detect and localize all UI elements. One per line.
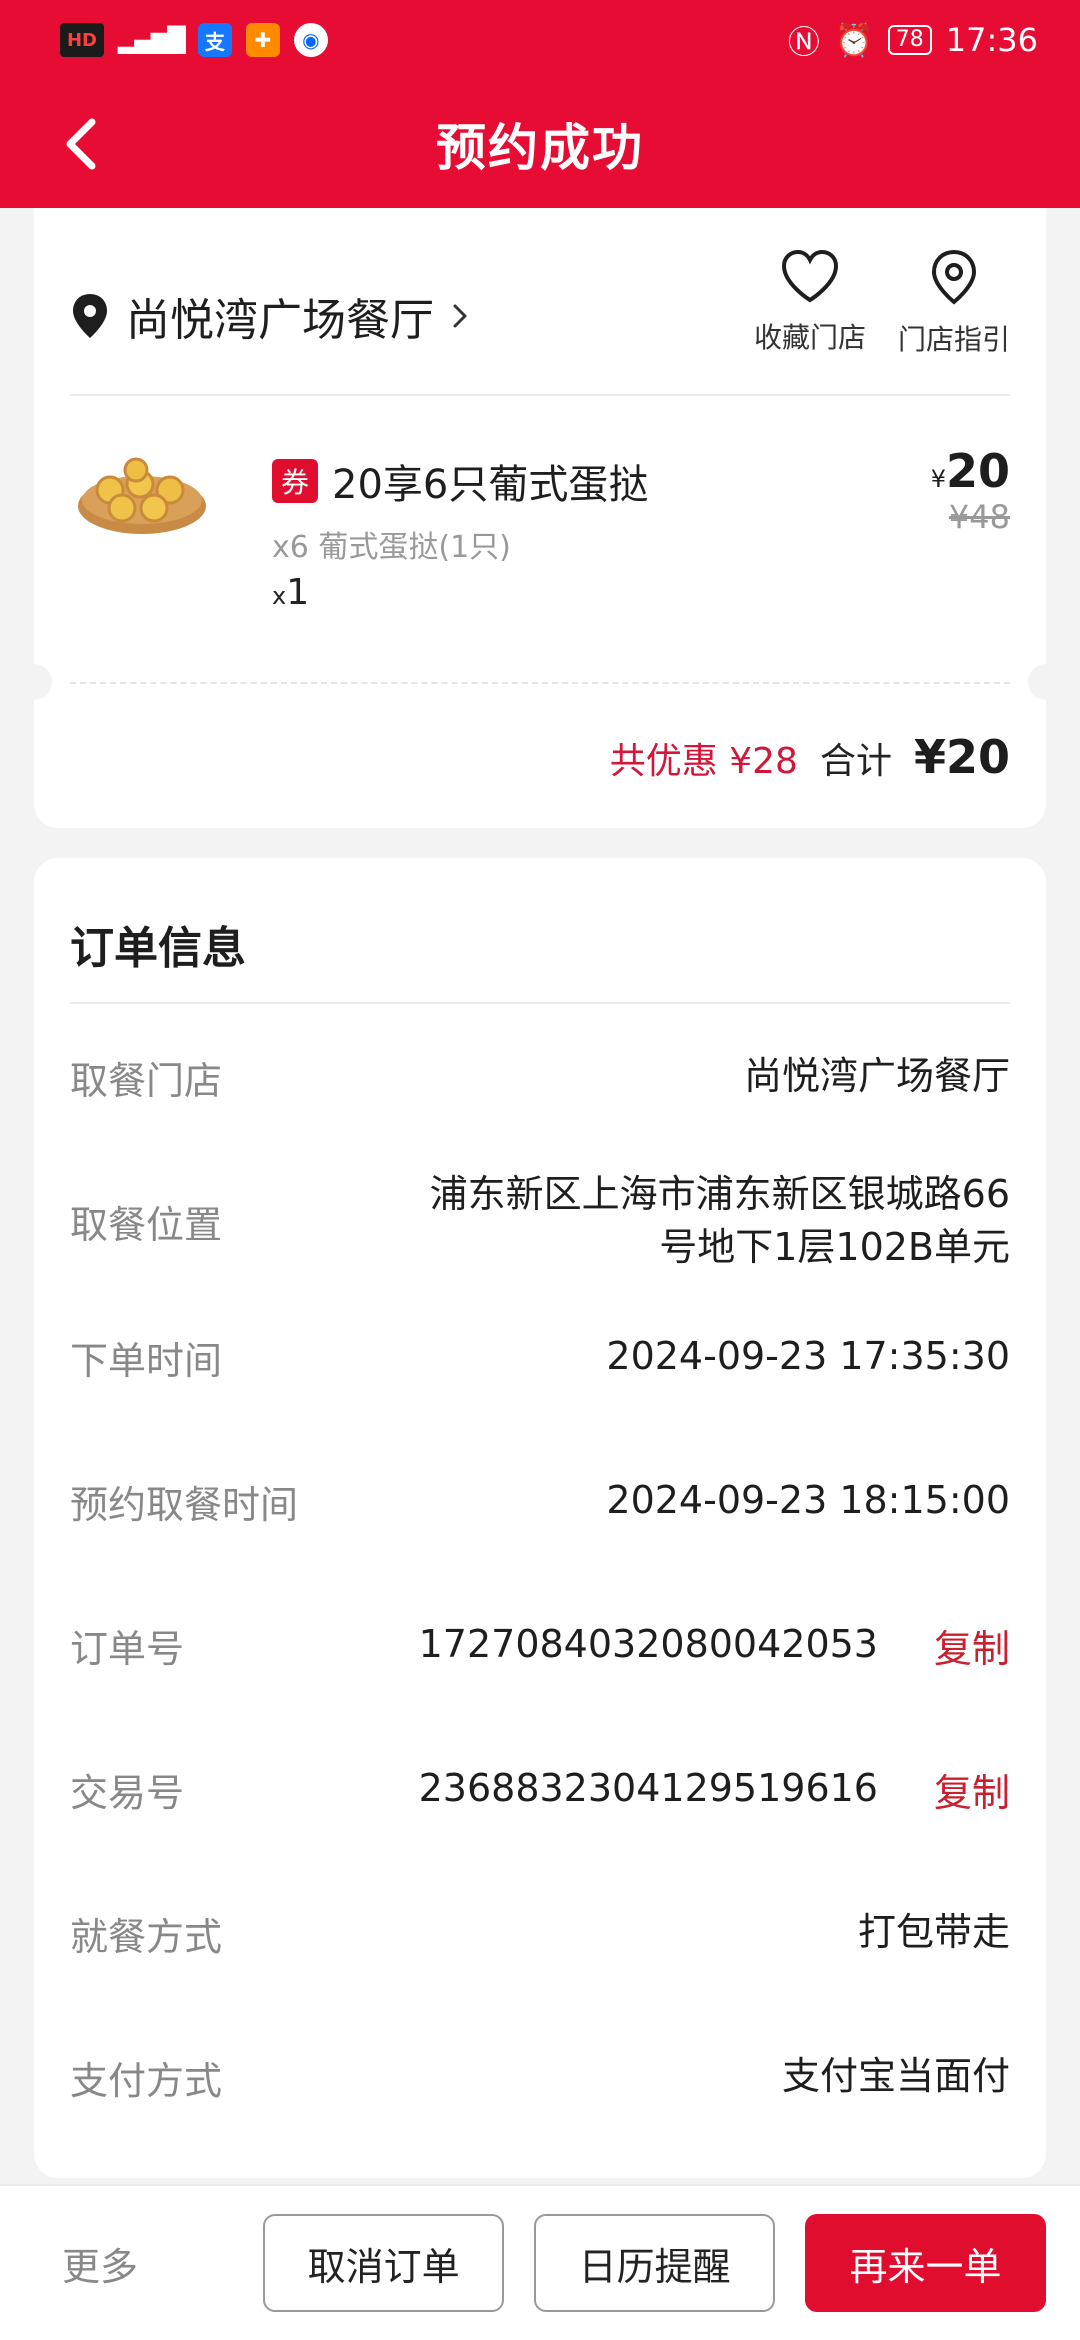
info-row-pickup-location: 取餐位置 浦东新区上海市浦东新区银城路66 号地下1层102B单元 — [70, 1166, 1010, 1276]
info-label: 取餐门店 — [70, 1058, 223, 1103]
info-row-pickup-time: 预约取餐时间 2024-09-23 18:15:00 — [70, 1466, 1010, 1536]
order-summary-card: 尚悦湾广场餐厅 收藏门店 门店指引 券 20享6只葡式蛋挞 x6 葡式蛋挞(1只… — [16, 208, 1064, 828]
info-value: 打包带走 — [857, 1910, 1010, 1955]
order-number-value: 1727084032080042053 — [418, 1622, 878, 1667]
info-value: 2024-09-23 17:35:30 — [606, 1334, 1010, 1379]
quantity-value: 1 — [286, 572, 310, 613]
copy-transaction-number-button[interactable]: 复制 — [934, 1762, 1010, 1817]
store-link[interactable]: 尚悦湾广场餐厅 — [70, 284, 470, 348]
app-circle-icon: ◉ — [293, 23, 328, 57]
order-info-card: 订单信息 取餐门店 尚悦湾广场餐厅 取餐位置 浦东新区上海市浦东新区银城路66 … — [34, 858, 1046, 2178]
alipay-icon: 支 — [197, 23, 232, 57]
item-description: x6 葡式蛋挞(1只) — [272, 530, 511, 565]
hd-icon: HD — [60, 23, 104, 57]
store-name: 尚悦湾广场餐厅 — [126, 295, 434, 346]
divider — [70, 1002, 1010, 1004]
location-pin-icon — [73, 294, 107, 338]
heart-icon — [781, 249, 838, 303]
store-guide-label: 门店指引 — [897, 323, 1010, 356]
ticket-notch-left — [16, 664, 52, 700]
signal-icon: ▂▄▆█ — [118, 26, 186, 54]
map-pin-outline-icon — [931, 249, 976, 305]
store-guide-button[interactable]: 门店指引 — [898, 248, 1010, 358]
copy-order-number-button[interactable]: 复制 — [934, 1618, 1010, 1673]
current-price: ¥20 — [931, 444, 1010, 498]
status-bar: HD ▂▄▆█ 支 ✚ ◉ Ⓝ ⏰ 78 17:36 — [0, 0, 1080, 80]
transaction-number-group: 2368832304129519616 复制 — [419, 1762, 1010, 1817]
location-line-1: 浦东新区上海市浦东新区银城路66 — [429, 1171, 1010, 1216]
status-left: HD ▂▄▆█ 支 ✚ ◉ — [60, 23, 328, 57]
divider — [70, 394, 1010, 396]
info-label: 下单时间 — [70, 1338, 223, 1383]
total-row: 共优惠 ¥28 合计 ¥20 — [610, 730, 1010, 784]
info-label: 取餐位置 — [70, 1202, 223, 1247]
nav-bar: 预约成功 — [0, 80, 1080, 208]
dashed-divider — [70, 682, 1010, 684]
clock: 17:36 — [945, 21, 1038, 59]
price-value: 20 — [945, 444, 1010, 498]
info-row-pickup-store: 取餐门店 尚悦湾广场餐厅 — [70, 1042, 1010, 1112]
more-button[interactable]: 更多 — [34, 2236, 263, 2291]
info-value: 尚悦湾广场餐厅 — [743, 1054, 1010, 1099]
nfc-icon: Ⓝ — [787, 23, 820, 61]
info-label: 支付方式 — [70, 2058, 223, 2103]
store-actions: 收藏门店 门店指引 — [754, 248, 1010, 358]
battery-icon: 78 — [887, 25, 932, 55]
favorite-store-label: 收藏门店 — [753, 321, 866, 354]
transaction-number-value: 2368832304129519616 — [418, 1766, 878, 1811]
chevron-left-icon — [66, 118, 96, 170]
info-row-order-time: 下单时间 2024-09-23 17:35:30 — [70, 1322, 1010, 1392]
quantity-prefix: x — [272, 582, 287, 610]
original-price: ¥48 — [948, 498, 1010, 536]
calendar-reminder-button[interactable]: 日历提醒 — [534, 2214, 776, 2312]
item-title: 20享6只葡式蛋挞 — [332, 462, 649, 508]
info-value: 浦东新区上海市浦东新区银城路66 号地下1层102B单元 — [430, 1168, 1010, 1274]
info-label: 预约取餐时间 — [70, 1482, 299, 1527]
info-row-order-number: 订单号 1727084032080042053 复制 — [70, 1610, 1010, 1680]
info-value: 支付宝当面付 — [781, 2054, 1010, 2099]
total-label: 合计 — [819, 741, 892, 782]
order-number-group: 1727084032080042053 复制 — [419, 1618, 1010, 1673]
eleme-icon: ✚ — [245, 23, 280, 57]
total-value: ¥20 — [913, 730, 1010, 784]
item-title-row: 券 20享6只葡式蛋挞 — [272, 452, 648, 510]
bottom-action-bar: 更多 取消订单 日历提醒 再来一单 — [0, 2184, 1080, 2340]
discount-total: 共优惠 ¥28 — [609, 741, 798, 782]
ticket-notch-right — [1028, 664, 1064, 700]
info-row-dining-method: 就餐方式 打包带走 — [70, 1898, 1010, 1968]
store-row: 尚悦湾广场餐厅 收藏门店 门店指引 — [70, 248, 1010, 378]
page-title: 预约成功 — [436, 119, 644, 177]
price-symbol: ¥ — [930, 465, 946, 493]
reorder-button[interactable]: 再来一单 — [805, 2214, 1047, 2312]
favorite-store-button[interactable]: 收藏门店 — [754, 248, 866, 358]
info-row-transaction-number: 交易号 2368832304129519616 复制 — [70, 1754, 1010, 1824]
location-line-2: 号地下1层102B单元 — [659, 1225, 1010, 1269]
item-quantity: x1 — [272, 572, 309, 613]
info-row-payment-method: 支付方式 支付宝当面付 — [70, 2042, 1010, 2112]
back-button[interactable] — [48, 110, 116, 178]
info-label: 订单号 — [70, 1626, 185, 1671]
alarm-icon: ⏰ — [833, 21, 874, 59]
item-price: ¥20 ¥48 — [931, 444, 1010, 536]
info-value: 2024-09-23 18:15:00 — [606, 1478, 1010, 1523]
info-label: 就餐方式 — [70, 1914, 223, 1959]
chevron-right-icon — [453, 304, 467, 328]
info-label: 交易号 — [70, 1770, 185, 1815]
coupon-badge: 券 — [272, 459, 318, 503]
cancel-order-button[interactable]: 取消订单 — [263, 2214, 505, 2312]
section-title: 订单信息 — [70, 923, 246, 974]
header: HD ▂▄▆█ 支 ✚ ◉ Ⓝ ⏰ 78 17:36 预约成功 — [0, 0, 1080, 208]
status-right: Ⓝ ⏰ 78 17:36 — [788, 17, 1038, 63]
egg-tart-image — [74, 434, 210, 542]
